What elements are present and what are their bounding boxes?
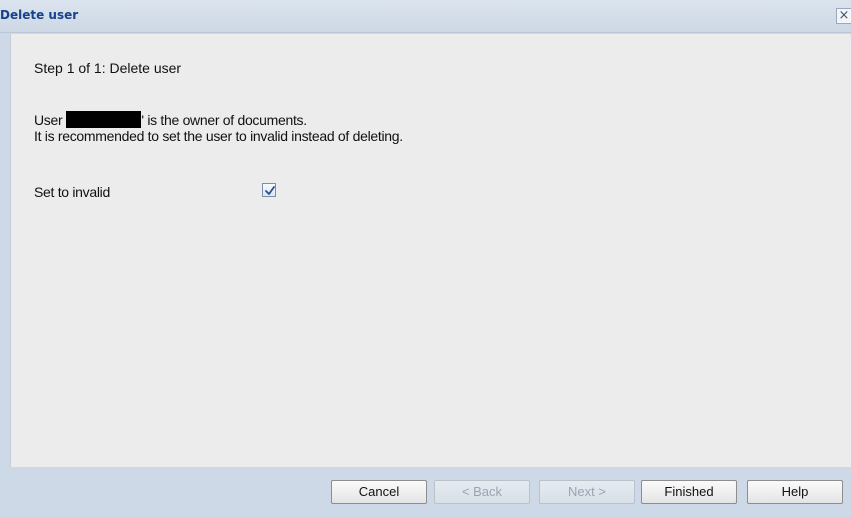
delete-user-dialog: Delete user × Step 1 of 1: Delete user U… <box>0 0 851 517</box>
step-title: Step 1 of 1: Delete user <box>34 60 182 76</box>
title-bar[interactable]: Delete user × <box>0 0 851 33</box>
close-icon: × <box>838 8 850 23</box>
finished-button[interactable]: Finished <box>641 480 737 504</box>
wizard-content: Step 1 of 1: Delete user User ' is the ow… <box>10 34 851 467</box>
back-button[interactable]: < Back <box>434 480 530 504</box>
dialog-title: Delete user <box>0 8 79 22</box>
next-button[interactable]: Next > <box>539 480 635 504</box>
set-invalid-checkbox[interactable] <box>262 183 276 197</box>
close-button[interactable]: × <box>836 8 851 24</box>
message-suffix: ' is the owner of documents. <box>141 112 307 128</box>
recommendation-text: It is recommended to set the user to inv… <box>34 128 403 144</box>
set-invalid-label: Set to invalid <box>34 184 110 200</box>
redacted-username <box>66 111 142 128</box>
help-button[interactable]: Help <box>747 480 843 504</box>
cancel-button[interactable]: Cancel <box>331 480 427 504</box>
message-prefix: User <box>34 112 63 128</box>
checkmark-icon <box>265 186 275 195</box>
owner-message: User ' is the owner of documents. <box>34 111 454 129</box>
